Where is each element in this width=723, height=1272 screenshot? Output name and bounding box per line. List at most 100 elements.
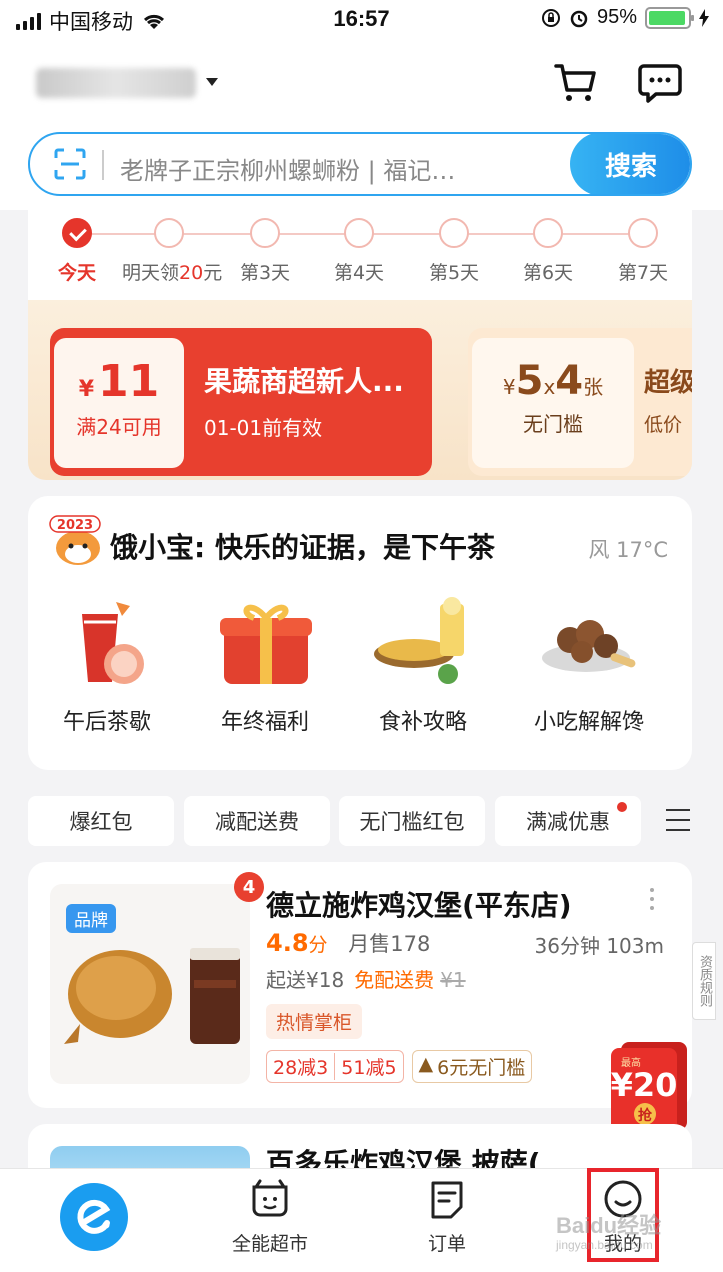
category-tea-break[interactable]: 午后茶歇 <box>32 594 182 736</box>
store-name[interactable]: 百多乐炸鸡汉堡 披萨( <box>266 1142 541 1168</box>
day-label: 明天领20元 <box>122 262 223 284</box>
checkin-day-4[interactable]: 第4天 <box>312 218 406 285</box>
coupon-tag: ▲ 6元无门槛 <box>411 1050 533 1083</box>
card-title: 饿小宝: 快乐的证据，是下午茶 <box>110 531 495 564</box>
milk-tea-icon <box>82 602 144 684</box>
day-dot <box>344 218 374 248</box>
delivery-info: 36分钟 103m <box>534 934 664 958</box>
filter-bar: 爆红包 减配送费 无门槛红包 满减优惠 <box>28 796 718 846</box>
rating-row: 4.8分 月售178 <box>266 928 430 958</box>
coupon-condition: 无门槛 <box>523 412 583 436</box>
coupon-new-user[interactable]: ¥11 满24可用 果蔬商超新人... 01-01前有效 <box>50 328 432 476</box>
battery-percent: 95% <box>596 6 637 28</box>
new-dot <box>617 802 627 812</box>
unread-badge: 4 <box>234 872 264 902</box>
mascot-dog-icon: 2023 <box>49 515 101 565</box>
fee-row: 起送¥18 免配送费 ¥1 <box>266 964 466 993</box>
snack-plate-icon <box>542 620 636 672</box>
checkin-day-1[interactable]: 今天 <box>30 218 124 285</box>
filter-chip[interactable]: 满减优惠 <box>495 796 641 846</box>
filter-chip[interactable]: 无门槛红包 <box>339 796 485 846</box>
order-icon <box>431 1181 463 1219</box>
filter-chip[interactable]: 爆红包 <box>28 796 174 846</box>
shop-tag: 热情掌柜 <box>266 1004 363 1039</box>
min-order: 起送¥18 <box>266 968 345 992</box>
alarm-icon <box>570 10 588 27</box>
tab-label: 订单 <box>427 1233 466 1255</box>
money-bag-icon: ▲ <box>418 1053 434 1075</box>
coupon-title: 超级 <box>644 368 692 398</box>
red-packet-amount: ¥20 <box>611 1066 678 1104</box>
coupon-expiry: 01-01前有效 <box>204 416 323 440</box>
cart-icon[interactable] <box>552 58 600 106</box>
rating: 4.8 <box>266 929 309 957</box>
mascot-year: 2023 <box>57 518 93 533</box>
filter-chip-label: 满减优惠 <box>526 810 610 834</box>
search-button[interactable]: 搜索 <box>570 134 690 194</box>
red-packet-icon[interactable]: 最高 ¥20 抢 <box>607 1038 691 1136</box>
status-bar: 中国移动 16:57 95% <box>0 0 723 40</box>
tab-label: 全能超市 <box>231 1233 308 1255</box>
qualification-rules[interactable]: 资质规则 <box>692 942 716 1020</box>
day-dot <box>154 218 184 248</box>
search-bar[interactable]: 老牌子正宗柳州螺蛳粉 | 福记… 搜索 <box>28 132 692 196</box>
coupon-strip[interactable]: ¥11 满24可用 果蔬商超新人... 01-01前有效 ¥5x4张 无门槛 超… <box>28 300 692 480</box>
watermark: Baidu经验 <box>556 1213 662 1238</box>
day-label: 第6天 <box>522 262 574 284</box>
basket-icon <box>252 1179 288 1217</box>
search-divider <box>102 150 104 180</box>
coupon-subtitle: 低价 <box>644 414 683 436</box>
category-label: 年终福利 <box>220 710 309 735</box>
store-image[interactable]: 品牌 <box>50 884 250 1084</box>
day-dot <box>439 218 469 248</box>
day-label: 第7天 <box>617 262 669 284</box>
rotation-lock-icon <box>541 8 560 27</box>
location-selector[interactable] <box>36 68 196 98</box>
store-image[interactable] <box>50 1146 250 1168</box>
coupon-no-threshold[interactable]: ¥5x4张 无门槛 超级 低价 <box>468 328 692 476</box>
afternoon-tea-card[interactable]: 2023 饿小宝: 快乐的证据，是下午茶 风 17°C 午后茶歇 年终福利 食补… <box>28 496 692 770</box>
day-label: 第4天 <box>333 262 385 284</box>
day-label: 第3天 <box>239 262 291 284</box>
store-name[interactable]: 德立施炸鸡汉堡(平东店) <box>266 884 572 924</box>
checkin-day-7[interactable]: 第7天 <box>596 218 690 285</box>
category-food-supplement[interactable]: 食补攻略 <box>348 594 498 736</box>
eleme-logo-icon <box>77 1199 111 1234</box>
header: 老牌子正宗柳州螺蛳粉 | 福记… 搜索 <box>0 40 723 210</box>
search-input[interactable]: 老牌子正宗柳州螺蛳粉 | 福记… <box>120 151 455 186</box>
checkin-day-5[interactable]: 第5天 <box>407 218 501 285</box>
day-label: 第5天 <box>428 262 480 284</box>
tab-home[interactable] <box>60 1183 128 1251</box>
filter-chip[interactable]: 减配送费 <box>184 796 330 846</box>
tab-supermarket[interactable]: 全能超市 <box>210 1177 330 1256</box>
tab-orders[interactable]: 订单 <box>387 1177 507 1256</box>
day-dot <box>533 218 563 248</box>
original-fee: ¥1 <box>440 968 466 992</box>
watermark-url: jingyan.baidu.com <box>556 1238 653 1252</box>
store-card[interactable]: 百多乐炸鸡汉堡 披萨( <box>28 1124 692 1168</box>
scan-icon[interactable] <box>54 148 86 180</box>
checkin-day-3[interactable]: 第3天 <box>218 218 312 285</box>
category-year-end-gift[interactable]: 年终福利 <box>190 594 340 736</box>
brand-tag: 品牌 <box>66 904 116 933</box>
weather-info: 风 17°C <box>588 538 668 562</box>
category-label: 食补攻略 <box>378 710 467 735</box>
category-label: 午后茶歇 <box>62 710 151 735</box>
message-icon[interactable] <box>636 58 684 106</box>
gift-box-icon <box>220 604 312 684</box>
checkin-track: 今天 明天领20元 第3天 第4天 第5天 第6天 第7天 <box>28 210 692 300</box>
store-card[interactable]: 品牌 4 德立施炸鸡汉堡(平东店) 4.8分 月售178 36分钟 103m 起… <box>28 862 716 1108</box>
checkin-day-2[interactable]: 明天领20元 <box>122 218 223 285</box>
monthly-sales: 月售178 <box>348 932 431 956</box>
menu-icon[interactable] <box>666 809 690 831</box>
more-icon[interactable] <box>650 888 656 915</box>
check-icon <box>62 218 92 248</box>
category-snacks[interactable]: 小吃解解馋 <box>514 594 664 736</box>
charging-icon <box>699 8 709 27</box>
caret-down-icon[interactable] <box>206 78 218 86</box>
category-label: 小吃解解馋 <box>533 710 644 735</box>
day-label: 今天 <box>57 262 96 284</box>
coupon-amount: ¥5x4张 <box>502 358 604 404</box>
checkin-day-6[interactable]: 第6天 <box>501 218 595 285</box>
feed[interactable]: 今天 明天领20元 第3天 第4天 第5天 第6天 第7天 ¥11 满24可用 … <box>0 210 723 1168</box>
